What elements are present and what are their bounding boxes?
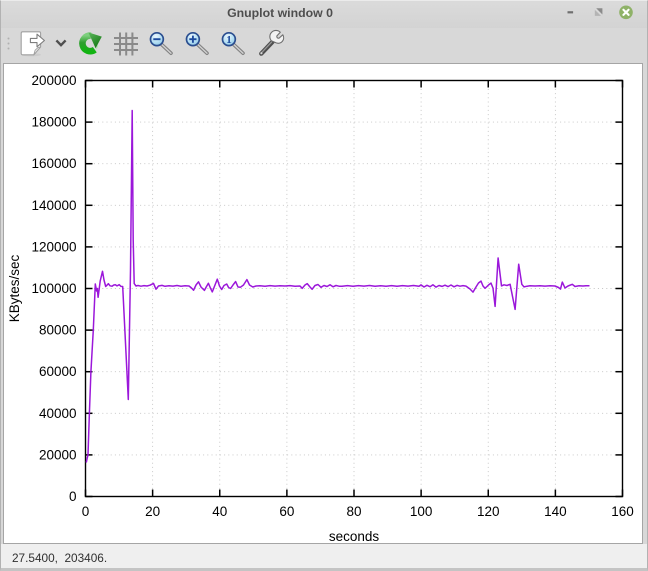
- svg-text:180000: 180000: [31, 115, 76, 130]
- svg-text:seconds: seconds: [329, 529, 380, 544]
- svg-text:0: 0: [82, 504, 90, 519]
- svg-text:40000: 40000: [39, 406, 77, 421]
- svg-text:120000: 120000: [31, 239, 76, 254]
- svg-text:KBytes/sec: KBytes/sec: [7, 254, 22, 322]
- svg-text:40: 40: [212, 504, 227, 519]
- svg-text:120: 120: [477, 504, 500, 519]
- svg-text:160: 160: [611, 504, 634, 519]
- svg-text:20: 20: [145, 504, 160, 519]
- svg-text:60000: 60000: [39, 364, 77, 379]
- svg-text:0: 0: [69, 489, 77, 504]
- svg-text:200000: 200000: [31, 73, 76, 88]
- svg-text:100000: 100000: [31, 281, 76, 296]
- svg-text:140: 140: [544, 504, 567, 519]
- svg-text:60: 60: [279, 504, 294, 519]
- svg-text:80: 80: [346, 504, 361, 519]
- svg-text:20000: 20000: [39, 447, 77, 462]
- svg-text:80000: 80000: [39, 323, 77, 338]
- svg-text:160000: 160000: [31, 156, 76, 171]
- svg-text:140000: 140000: [31, 198, 76, 213]
- svg-text:100: 100: [410, 504, 433, 519]
